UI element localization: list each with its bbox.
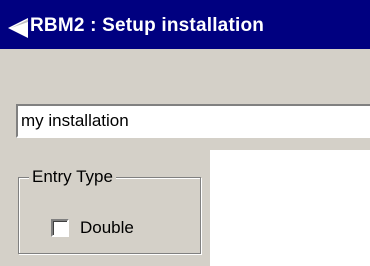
entry-type-group: Entry Type Double <box>18 167 201 254</box>
setup-installation-window: RBM2 : Setup installation Entry Type Dou… <box>0 0 370 266</box>
double-checkbox-row[interactable]: Double <box>51 217 134 239</box>
title-bar[interactable]: RBM2 : Setup installation <box>0 0 370 49</box>
content-pane <box>210 150 370 266</box>
double-checkbox-label[interactable]: Double <box>80 218 134 238</box>
back-arrow-icon[interactable] <box>8 18 28 38</box>
window-title: RBM2 : Setup installation <box>30 15 265 36</box>
installation-name-input[interactable] <box>16 104 370 138</box>
double-checkbox[interactable] <box>51 219 69 237</box>
entry-type-label: Entry Type <box>29 167 116 187</box>
